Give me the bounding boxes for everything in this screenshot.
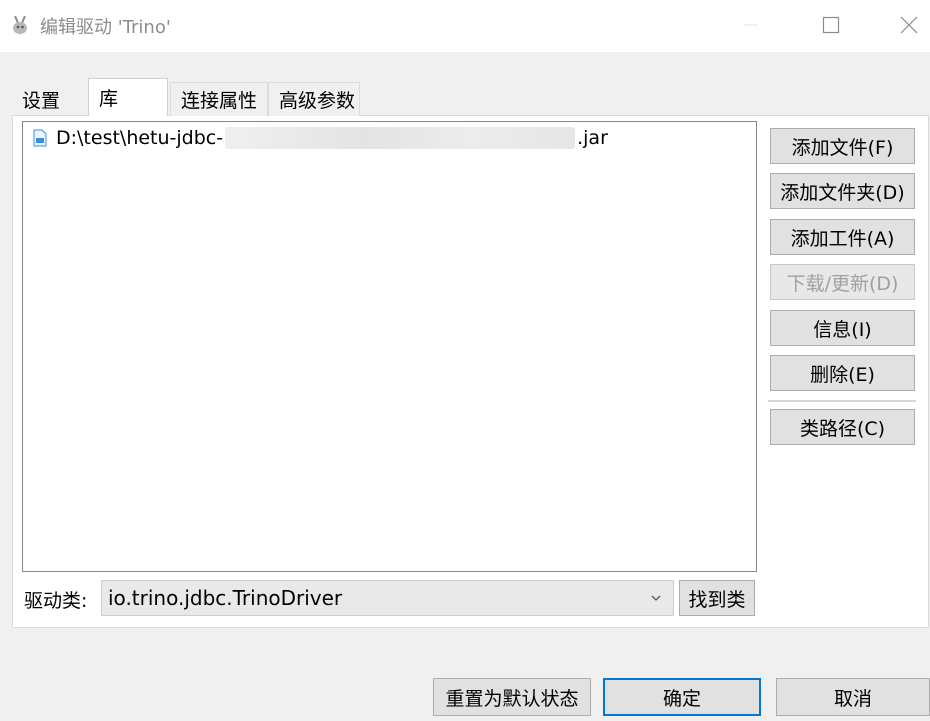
ok-button[interactable]: 确定 [603,678,761,716]
driver-class-value: io.trino.jdbc.TrinoDriver [108,586,343,610]
info-button-label: 信息(I) [813,318,872,341]
title-bar: 编辑驱动 'Trino' [0,0,930,52]
list-item[interactable]: D:\test\hetu-jdbc- .jar [32,124,608,152]
driver-class-label: 驱动类: [24,590,88,612]
cancel-button-label: 取消 [833,687,872,710]
reset-default-button[interactable]: 重置为默认状态 [433,678,591,716]
find-class-button[interactable]: 找到类 [679,580,755,616]
cancel-button[interactable]: 取消 [776,678,930,716]
download-update-button[interactable]: 下载/更新(D) [770,264,915,300]
tab-settings[interactable]: 设置 [12,82,88,116]
find-class-button-label: 找到类 [688,588,746,611]
tab-connection-properties-label: 连接属性 [181,90,258,112]
ok-button-label: 确定 [662,687,701,710]
tab-connection-properties[interactable]: 连接属性 [170,82,268,116]
driver-class-select[interactable]: io.trino.jdbc.TrinoDriver [101,580,674,616]
window-title: 编辑驱动 'Trino' [40,17,171,38]
dbeaver-app-icon [13,15,27,34]
chevron-down-icon [651,595,661,601]
download-update-button-label: 下载/更新(D) [786,272,899,295]
add-folder-button-label: 添加文件夹(D) [780,181,905,204]
minimize-icon [744,24,758,26]
add-artifact-button-label: 添加工件(A) [790,227,895,250]
maximize-button[interactable] [808,0,854,50]
close-button[interactable] [886,0,930,50]
classpath-button-label: 类路径(C) [799,417,886,440]
delete-button[interactable]: 删除(E) [770,355,915,391]
add-file-button[interactable]: 添加文件(F) [770,128,915,164]
redacted-version-blur [225,127,576,149]
add-artifact-button[interactable]: 添加工件(A) [770,219,915,255]
info-button[interactable]: 信息(I) [770,310,915,346]
minimize-button[interactable] [728,0,774,50]
tab-library[interactable]: 库 [88,78,168,116]
delete-button-label: 删除(E) [810,363,875,386]
file-path-suffix: .jar [577,127,608,149]
maximize-icon [822,16,840,34]
tab-library-label: 库 [99,88,119,110]
tab-settings-label: 设置 [22,89,61,112]
jar-file-icon [33,129,47,147]
file-path-prefix: D:\test\hetu-jdbc- [56,127,224,149]
close-icon [900,16,918,34]
add-file-button-label: 添加文件(F) [791,136,894,159]
reset-default-button-label: 重置为默认状态 [445,687,579,710]
add-folder-button[interactable]: 添加文件夹(D) [770,173,915,209]
tab-advanced-parameters-label: 高级参数 [279,90,356,112]
tab-advanced-parameters[interactable]: 高级参数 [268,82,360,116]
classpath-button[interactable]: 类路径(C) [770,409,915,445]
library-file-list[interactable] [22,121,757,572]
button-separator [768,400,916,402]
